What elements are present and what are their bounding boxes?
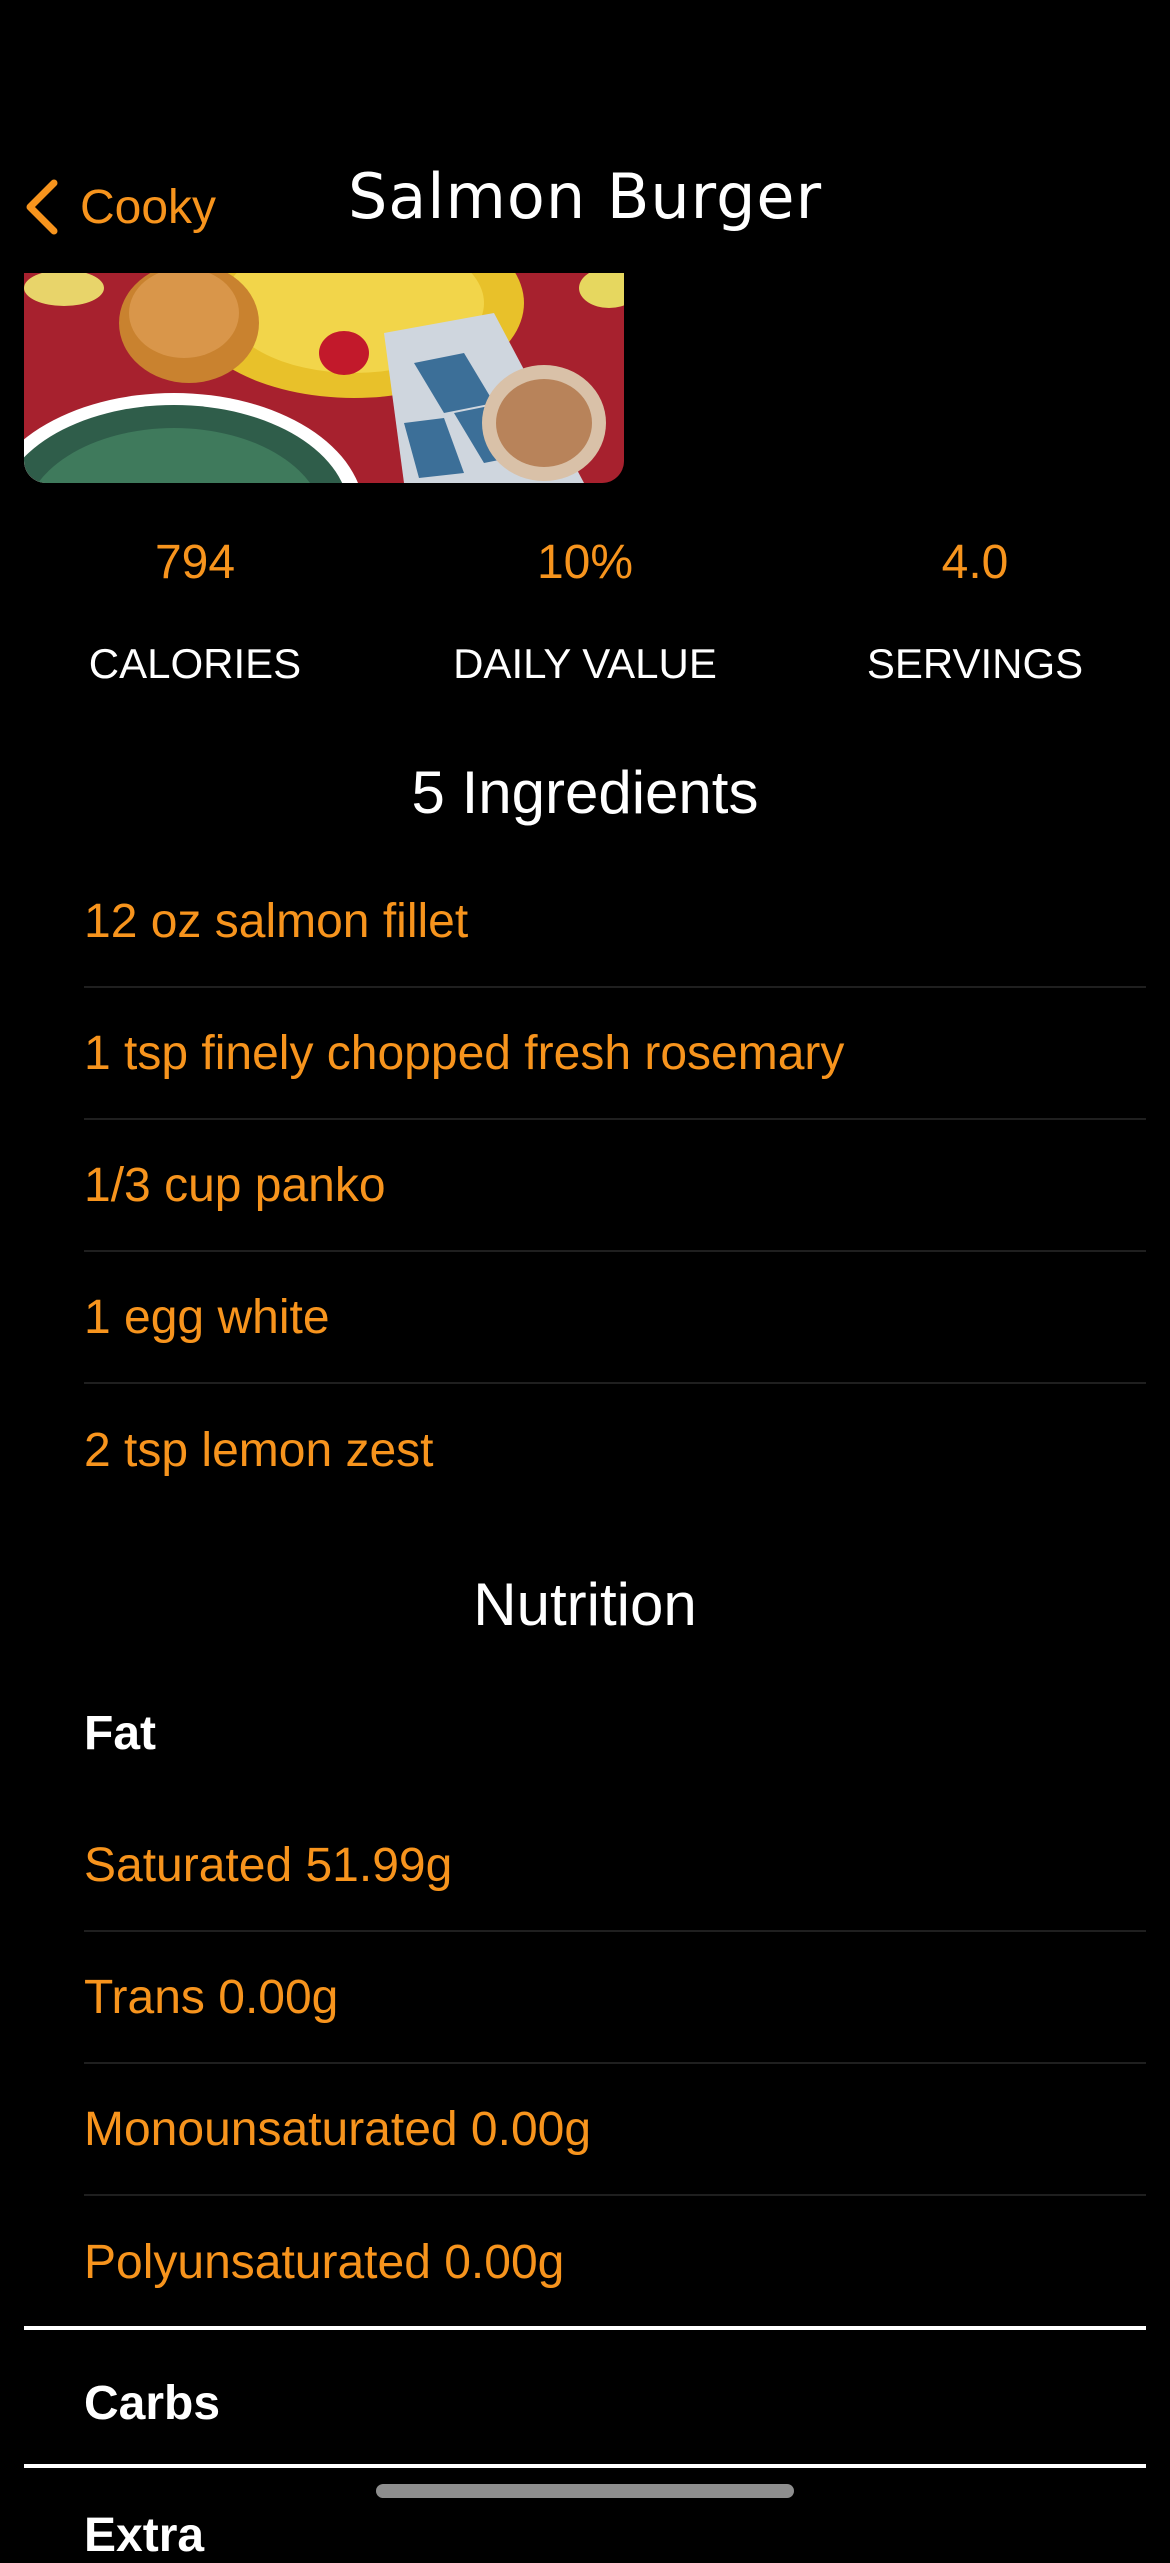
- section-divider: [24, 2326, 1146, 2330]
- calories-label: CALORIES: [88, 640, 302, 687]
- servings-value: 4.0: [941, 536, 1009, 589]
- ingredient-item[interactable]: 1 tsp finely chopped fresh rosemary: [84, 988, 1146, 1120]
- nutrition-item[interactable]: Saturated 51.99g: [84, 1800, 1146, 1932]
- nutrition-item[interactable]: Polyunsaturated 0.00g: [84, 2196, 1146, 2328]
- daily-value-value: 10%: [536, 536, 634, 589]
- servings-label: SERVINGS: [866, 640, 1084, 687]
- nutrition-group-carbs[interactable]: Carbs: [84, 2376, 220, 2431]
- nutrition-item[interactable]: Monounsaturated 0.00g: [84, 2064, 1146, 2196]
- page-title: Salmon Burger: [347, 160, 823, 233]
- recipe-photo: [24, 273, 624, 483]
- home-indicator[interactable]: [376, 2484, 794, 2498]
- section-divider: [24, 2464, 1146, 2468]
- ingredient-item[interactable]: 1 egg white: [84, 1252, 1146, 1384]
- ingredient-item[interactable]: 2 tsp lemon zest: [84, 1384, 1146, 1516]
- calories-value: 794: [154, 536, 236, 589]
- ingredients-title: 5 Ingredients: [411, 759, 759, 826]
- daily-value-label: DAILY VALUE: [453, 640, 717, 687]
- burger-photo-icon: [24, 273, 624, 483]
- nutrition-group-fat[interactable]: Fat: [84, 1706, 156, 1761]
- nutrition-title: Nutrition: [473, 1571, 697, 1638]
- ingredient-item[interactable]: 1/3 cup panko: [84, 1120, 1146, 1252]
- ingredient-item[interactable]: 12 oz salmon fillet: [84, 856, 1146, 988]
- nutrition-group-extra[interactable]: Extra: [84, 2508, 204, 2563]
- nutrition-item[interactable]: Trans 0.00g: [84, 1932, 1146, 2064]
